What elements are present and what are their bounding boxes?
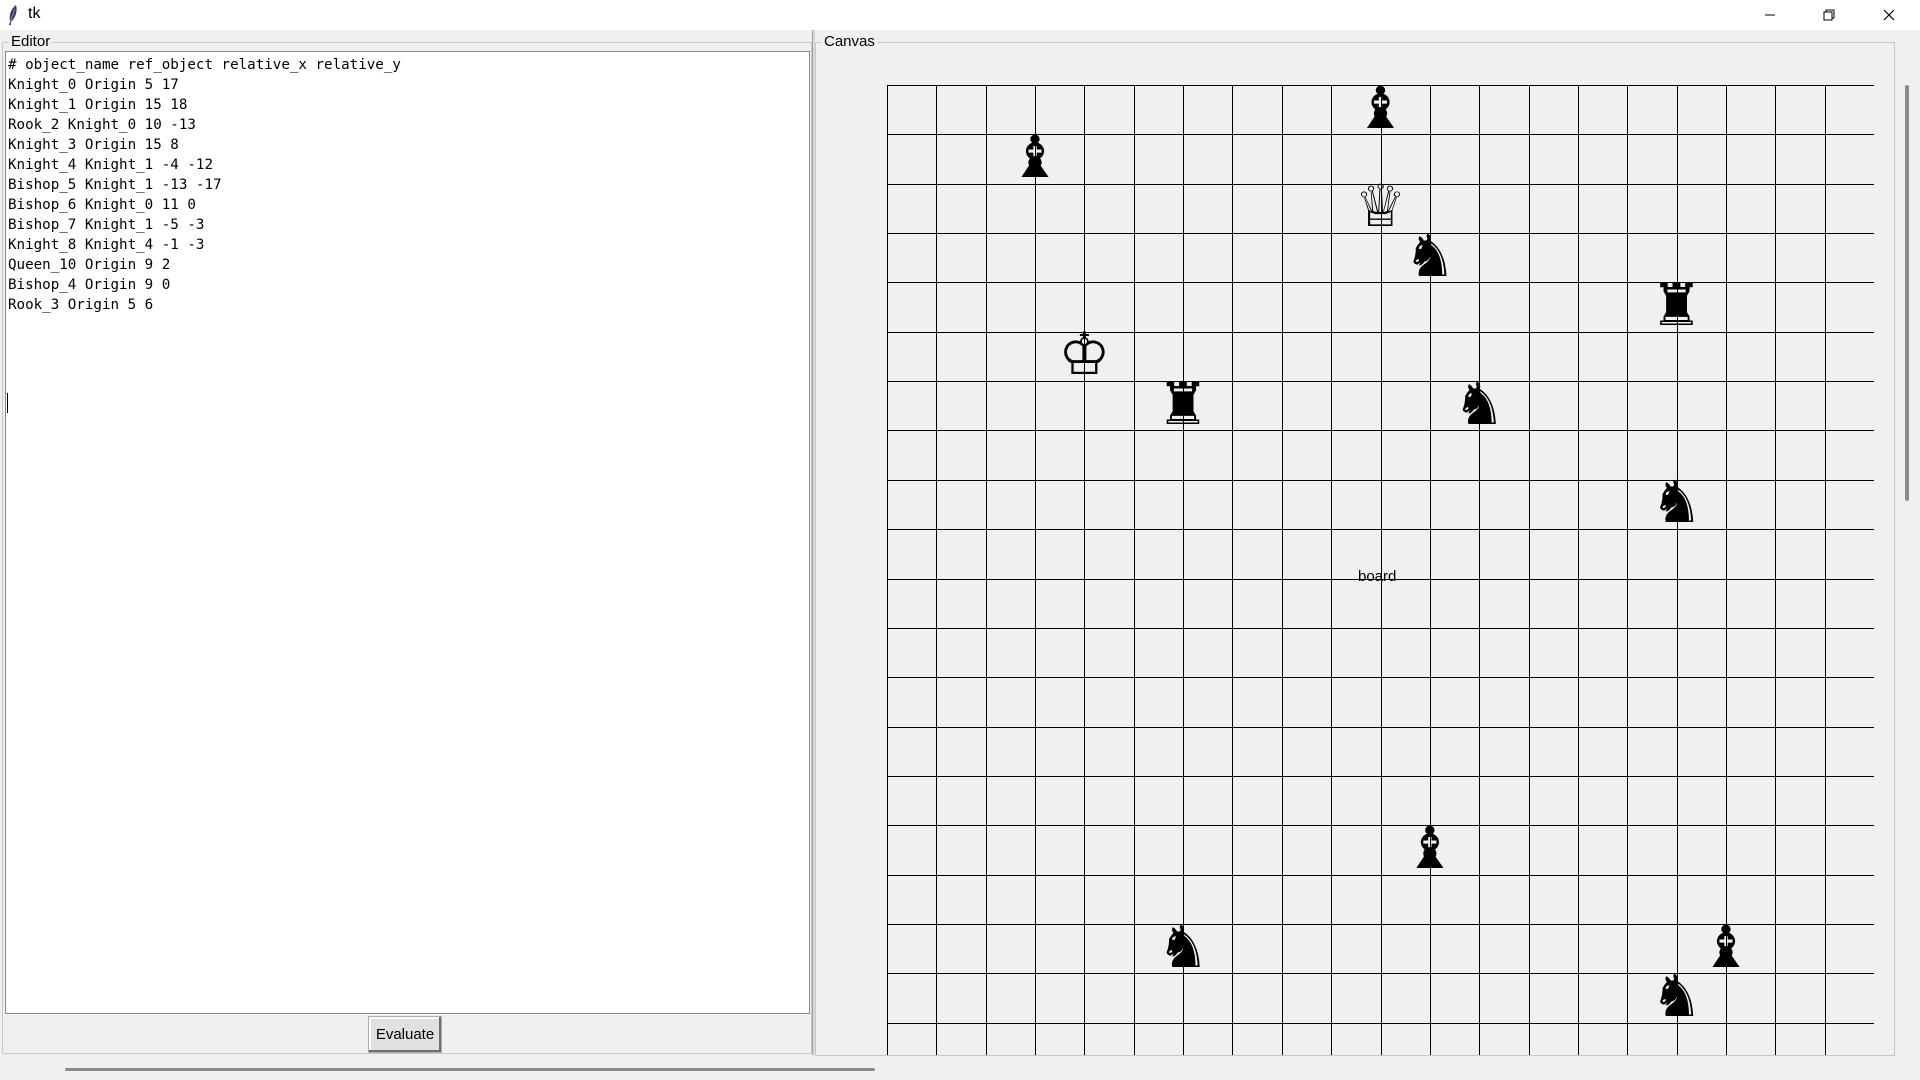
piece-bishop-icon[interactable]: ♝	[1400, 818, 1460, 878]
text-cursor	[7, 393, 8, 413]
window-title: tk	[28, 5, 41, 22]
editor-line: Bishop_4 Origin 9 0	[8, 277, 171, 293]
editor-line: Bishop_5 Knight_1 -13 -17	[8, 177, 222, 193]
vertical-scrollbar[interactable]	[1905, 85, 1909, 501]
piece-knight-icon[interactable]: ♞	[1400, 226, 1460, 286]
editor-line: Knight_0 Origin 5 17	[8, 77, 179, 93]
board-label: board	[1358, 568, 1397, 585]
editor-line: Knight_1 Origin 15 18	[8, 97, 188, 113]
piece-knight-icon[interactable]: ♞	[1647, 472, 1707, 532]
tk-feather-icon	[9, 5, 17, 25]
restore-icon	[1823, 9, 1835, 21]
editor-line: # object_name ref_object relative_x rela…	[8, 57, 401, 73]
minimize-button[interactable]	[1741, 0, 1799, 30]
piece-bishop-icon[interactable]: ♝	[1351, 78, 1411, 138]
tk-window: tk Editor # object_name ref_object relat…	[0, 0, 1920, 1080]
piece-rook-icon[interactable]: ♜	[1153, 374, 1213, 434]
minimize-icon	[1765, 14, 1775, 16]
piece-knight-icon[interactable]: ♞	[1449, 374, 1509, 434]
editor-line: Knight_3 Origin 15 8	[8, 137, 179, 153]
piece-bishop-icon[interactable]: ♝	[1005, 127, 1065, 187]
editor-line: Rook_2 Knight_0 10 -13	[8, 117, 196, 133]
editor-line: Queen_10 Origin 9 2	[8, 257, 171, 273]
editor-frame-label: Editor	[9, 33, 53, 50]
title-bar[interactable]: tk	[0, 0, 1920, 30]
canvas-frame-label: Canvas	[822, 33, 877, 50]
editor-line: Knight_4 Knight_1 -4 -12	[8, 157, 213, 173]
piece-knight-icon[interactable]: ♞	[1647, 966, 1707, 1026]
restore-button[interactable]	[1800, 0, 1858, 30]
evaluate-button[interactable]: Evaluate	[368, 1016, 442, 1053]
piece-rook-icon[interactable]: ♜	[1647, 275, 1707, 335]
editor-line: Knight_8 Knight_4 -1 -3	[8, 237, 205, 253]
editor-line: Bishop_6 Knight_0 11 0	[8, 197, 196, 213]
close-button[interactable]	[1860, 0, 1918, 30]
close-icon	[1883, 9, 1895, 21]
editor-line: Rook_3 Origin 5 6	[8, 297, 154, 313]
piece-king-icon[interactable]: ♔	[1054, 324, 1114, 384]
editor-textarea[interactable]: # object_name ref_object relative_x rela…	[5, 51, 810, 1014]
piece-knight-icon[interactable]: ♞	[1153, 917, 1213, 977]
editor-line: Bishop_7 Knight_1 -5 -3	[8, 217, 205, 233]
horizontal-scrollbar-thumb[interactable]	[65, 1068, 875, 1071]
